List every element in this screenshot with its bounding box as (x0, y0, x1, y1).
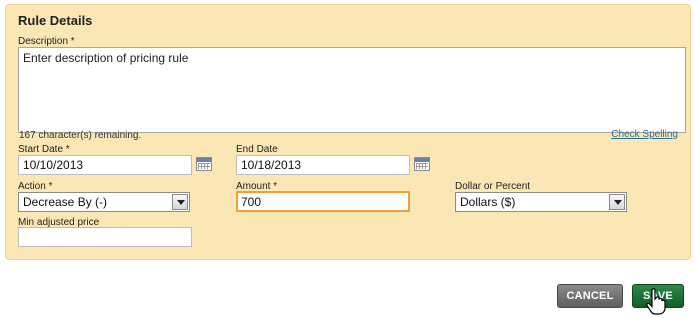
action-select[interactable]: Decrease By (-) (18, 192, 190, 212)
dollar-percent-select[interactable]: Dollars ($) (455, 192, 627, 212)
dollar-percent-label: Dollar or Percent (455, 181, 531, 192)
action-label: Action * (18, 181, 53, 192)
chevron-down-icon (172, 194, 188, 210)
dollar-percent-selected-value: Dollars ($) (460, 195, 516, 209)
amount-input[interactable] (236, 191, 410, 212)
start-date-input[interactable] (18, 155, 192, 175)
check-spelling-link[interactable]: Check Spelling (611, 129, 678, 140)
start-date-calendar-icon[interactable] (196, 157, 212, 171)
min-price-input[interactable] (18, 227, 192, 247)
characters-remaining: 167 character(s) remaining. (19, 130, 142, 141)
panel-title: Rule Details (18, 13, 93, 28)
chevron-down-icon (609, 194, 625, 210)
rule-details-panel: Rule Details Description * Enter descrip… (5, 4, 691, 260)
cancel-button[interactable]: CANCEL (557, 284, 623, 308)
end-date-input[interactable] (236, 155, 410, 175)
hand-cursor-icon (646, 288, 666, 315)
description-label: Description * (18, 36, 75, 47)
action-selected-value: Decrease By (-) (23, 195, 108, 209)
start-date-label: Start Date * (18, 144, 70, 155)
description-textarea[interactable]: Enter description of pricing rule (18, 47, 686, 133)
end-date-calendar-icon[interactable] (414, 157, 430, 171)
end-date-label: End Date (236, 144, 278, 155)
